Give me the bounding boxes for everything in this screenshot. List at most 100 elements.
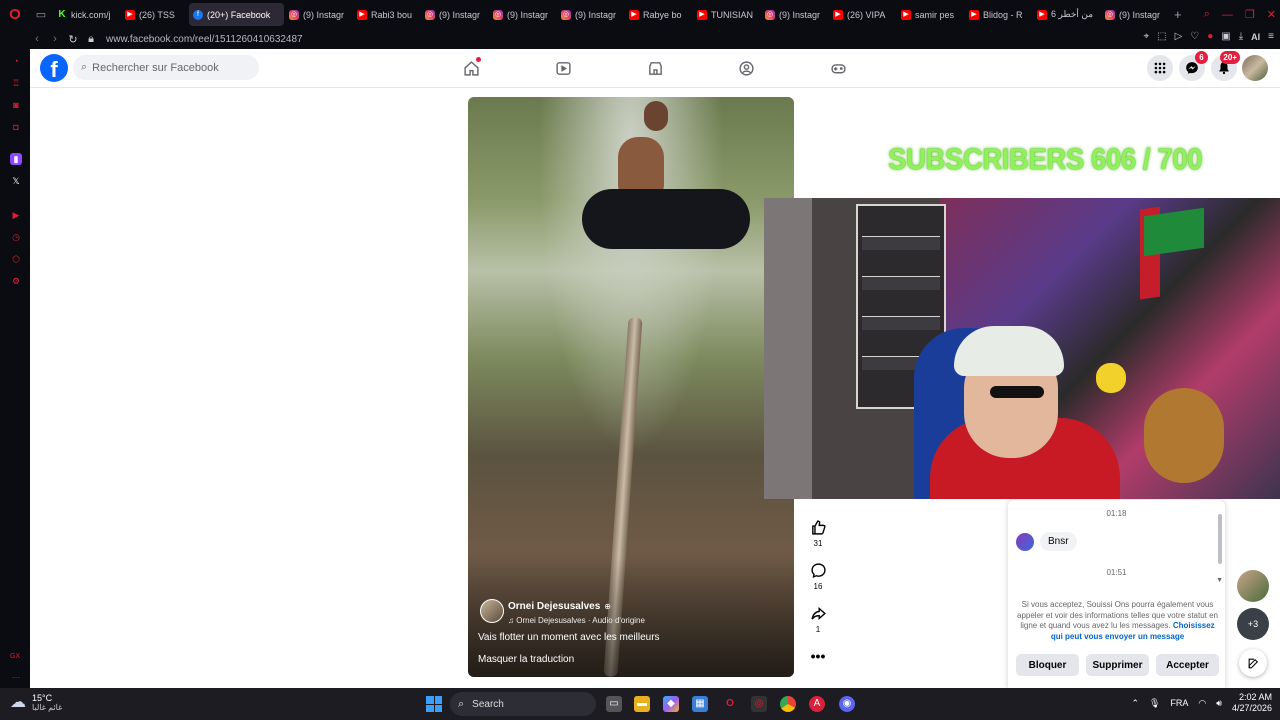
browser-tab[interactable]: ◎ (9) Instagr — [285, 3, 352, 26]
file-explorer-icon[interactable]: ▬ — [634, 696, 650, 712]
browser-tab[interactable]: ▶ Rabye bo — [625, 3, 692, 26]
watch-icon — [555, 61, 571, 75]
browser-tab[interactable]: ◎ (9) Instagr — [489, 3, 556, 26]
discord-icon[interactable]: ◉ — [839, 696, 855, 712]
instagram-sidebar-icon[interactable]: ◘ — [10, 121, 22, 133]
browser-tab[interactable]: ▶ (26) VIPA — [829, 3, 896, 26]
windows-start-icon[interactable] — [426, 696, 442, 712]
opera-icon[interactable]: O — [722, 696, 738, 712]
chrome-icon[interactable] — [780, 696, 796, 712]
profile-avatar[interactable] — [1242, 55, 1268, 81]
play-icon[interactable]: ▷ — [1175, 31, 1183, 42]
reload-icon[interactable]: ↻ — [64, 33, 82, 46]
back-icon[interactable]: ‹ — [28, 33, 46, 45]
opera-logo-icon[interactable]: O — [0, 0, 30, 29]
browser-tab[interactable]: ▶ 6 من أخطر — [1033, 3, 1100, 26]
nav-groups[interactable] — [735, 57, 757, 79]
url-field[interactable]: www.facebook.com/reel/1511260410632487 — [106, 34, 303, 45]
webcam-wall — [764, 198, 812, 499]
contacts-more[interactable]: +3 — [1237, 608, 1269, 640]
gx-corner-icon[interactable]: ♖ — [10, 77, 22, 89]
workspace-icon[interactable]: ▭ — [30, 0, 52, 29]
reel-author[interactable]: Ornei Dejesusalves ⊕ ♫ Ornei Dejesusalves… — [480, 596, 645, 625]
browser-tab[interactable]: Kkick.com/j — [53, 3, 120, 26]
copilot-icon[interactable]: ◆ — [663, 696, 679, 712]
volume-icon[interactable]: 🔊︎ — [1216, 698, 1222, 709]
browser-tab[interactable]: ▶ Blidog - R — [965, 3, 1032, 26]
facebook-search-input[interactable] — [92, 61, 243, 74]
heart-icon[interactable]: ♡ — [1190, 31, 1199, 42]
menu-icon[interactable]: ≡ — [1268, 31, 1274, 42]
app-icon[interactable]: A — [809, 696, 825, 712]
pin-icon[interactable]: ⌖ — [1143, 31, 1149, 42]
nav-home[interactable] — [460, 57, 482, 79]
snapshot-icon[interactable]: ⬚ — [1157, 31, 1166, 42]
facebook-search[interactable]: ⌕ — [73, 55, 259, 80]
more-options-icon[interactable]: ••• — [806, 648, 830, 664]
clock-date: 4/27/2026 — [1231, 703, 1272, 713]
taskbar-search-input[interactable] — [472, 698, 583, 710]
reel-video[interactable]: Ornei Dejesusalves ⊕ ♫ Ornei Dejesusalves… — [468, 97, 794, 677]
nav-gaming[interactable] — [827, 57, 849, 79]
browser-tab[interactable]: ▶ (26) TSS — [121, 3, 188, 26]
microphone-icon[interactable]: 🎙︎ — [1149, 698, 1160, 709]
history-icon[interactable]: ◷ — [10, 231, 22, 243]
browser-tab[interactable]: ▶ samir pes — [897, 3, 964, 26]
clock[interactable]: 2:02 AM 4/27/2026 — [1232, 692, 1272, 714]
browser-tab[interactable]: ▶ Rabi3 bou — [353, 3, 420, 26]
reel-audio-label[interactable]: Ornei Dejesusalves · Audio d'origine — [516, 616, 645, 625]
minimize-icon[interactable]: — — [1222, 9, 1233, 21]
extension-icon[interactable]: ● — [1207, 31, 1213, 42]
chat-scrollbar[interactable] — [1218, 514, 1222, 564]
browser-tab[interactable]: f (20+) Facebook — [189, 3, 284, 26]
x-icon[interactable]: 𝕏 — [10, 175, 22, 187]
comment-action[interactable]: 16 — [806, 562, 830, 591]
browser-tab[interactable]: ◎ (9) Instagr — [557, 3, 624, 26]
opera-gx-icon[interactable]: ◎ — [751, 696, 767, 712]
delete-button[interactable]: Supprimer — [1086, 654, 1149, 676]
accept-button[interactable]: Accepter — [1156, 654, 1219, 676]
extensions-icon[interactable]: ⬡ — [10, 253, 22, 265]
nav-watch[interactable] — [552, 57, 574, 79]
facebook-logo[interactable]: f — [40, 54, 68, 82]
chevron-up-icon[interactable]: ⌃ — [1131, 698, 1139, 709]
weather-widget[interactable]: ☁ 15°C غائم غالبا — [10, 692, 62, 712]
messenger-button[interactable]: 6 — [1179, 51, 1208, 81]
wifi-icon[interactable]: ◠ — [1198, 698, 1206, 709]
share-action[interactable]: 1 — [806, 605, 830, 634]
settings-icon[interactable]: ⚙ — [10, 275, 22, 287]
task-view-icon[interactable]: ▭ — [606, 696, 622, 712]
notifications-button[interactable]: 20+ — [1211, 51, 1240, 81]
gx-control-icon[interactable]: ◔ — [10, 55, 22, 67]
browser-tab[interactable]: ◎ (9) Instagr — [1101, 3, 1168, 26]
reel-author-name[interactable]: Ornei Dejesusalves — [508, 601, 600, 612]
like-action[interactable]: 31 — [806, 519, 830, 548]
forward-icon[interactable]: › — [46, 33, 64, 45]
close-window-icon[interactable]: ✕ — [1267, 8, 1276, 21]
ai-button[interactable]: AI — [1251, 32, 1260, 42]
menu-button[interactable] — [1147, 55, 1173, 81]
browser-tab[interactable]: ◎ (9) Instagr — [761, 3, 828, 26]
reel-author-avatar[interactable] — [480, 598, 504, 623]
hide-translation-link[interactable]: Masquer la traduction — [478, 654, 574, 665]
language-indicator[interactable]: FRA — [1170, 698, 1188, 708]
chevron-down-icon[interactable]: ▼ — [1216, 577, 1223, 584]
more-icon[interactable]: … — [10, 669, 22, 681]
taskbar-search[interactable]: ⌕ — [450, 692, 596, 716]
player-icon[interactable]: ▶ — [10, 209, 22, 221]
search-tabs-icon[interactable]: ⌕ — [1204, 8, 1210, 21]
messenger-sidebar-icon[interactable]: ◙ — [10, 99, 22, 111]
new-tab-icon[interactable]: + — [1174, 7, 1182, 22]
chat-sender-avatar[interactable] — [1016, 532, 1034, 551]
browser-tab[interactable]: ◎ (9) Instagr — [421, 3, 488, 26]
browser-tab[interactable]: ▶ TUNISIAN — [693, 3, 760, 26]
camera-icon[interactable]: ▣ — [1221, 31, 1230, 42]
block-button[interactable]: Bloquer — [1016, 654, 1079, 676]
twitch-icon[interactable]: ▮ — [10, 153, 22, 165]
download-icon[interactable]: ⤓ — [1239, 31, 1243, 42]
contact-avatar[interactable] — [1237, 570, 1269, 602]
maximize-icon[interactable]: ❐ — [1245, 8, 1255, 21]
store-icon[interactable]: ▦ — [692, 696, 708, 712]
nav-marketplace[interactable] — [644, 57, 666, 79]
new-message-button[interactable] — [1239, 649, 1267, 677]
